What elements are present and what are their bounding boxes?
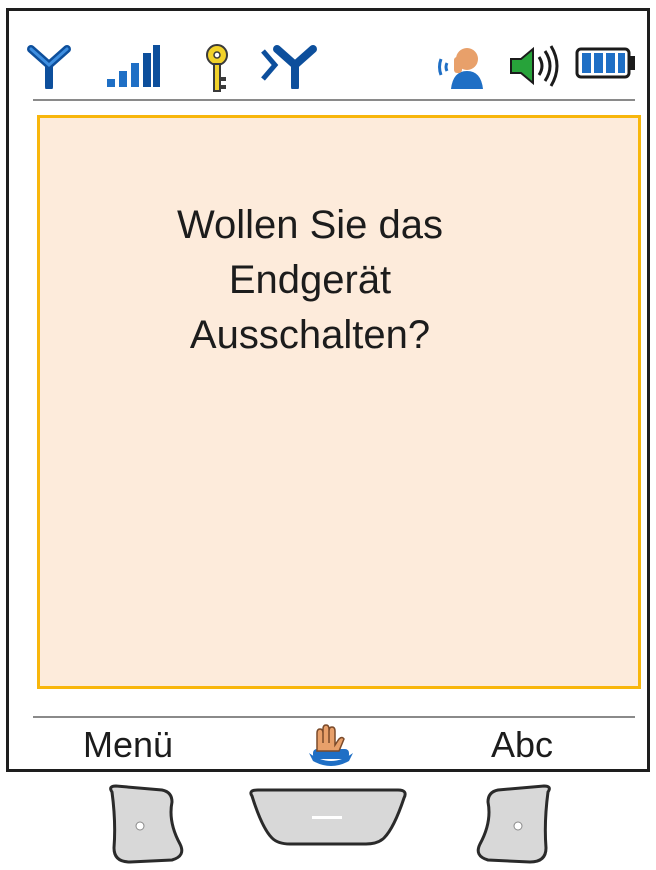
key-icon [206,44,228,92]
status-divider [33,99,635,101]
menu-softkey[interactable]: Menü [83,723,173,767]
abc-softkey[interactable]: Abc [491,723,553,767]
battery-icon [575,47,635,79]
confirm-dialog: Wollen Sie das Endgerät Ausschalten? [37,115,641,689]
center-navigation-key[interactable] [244,786,412,848]
phone-display: Wollen Sie das Endgerät Ausschalten? Men… [6,8,650,772]
speaker-volume-icon [510,45,559,87]
hand-on-key-icon[interactable] [305,723,357,767]
left-softkey-button[interactable] [100,782,190,866]
antenna-icon [27,45,71,89]
signal-strength-icon [107,45,160,87]
softkey-divider [33,716,635,718]
dialog-message: Wollen Sie das Endgerät Ausschalten? [176,203,444,357]
right-softkey-button[interactable] [470,782,560,866]
status-bar [9,11,647,101]
network-antenna-icon [261,45,317,89]
handset-caller-icon [438,48,483,89]
